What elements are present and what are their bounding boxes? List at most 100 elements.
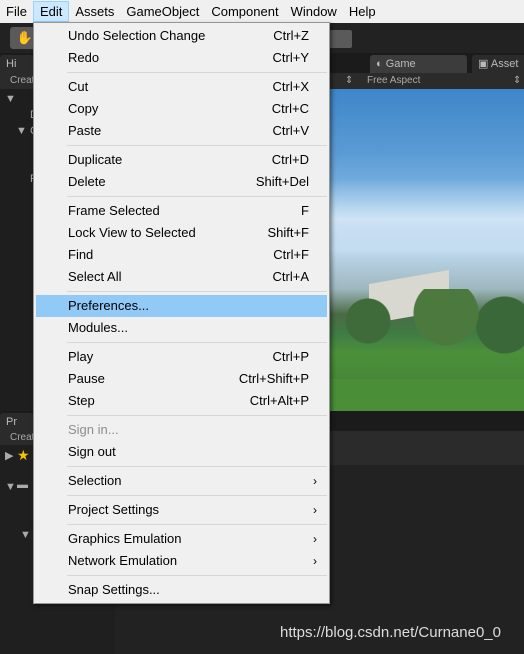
menu-item-label: Frame Selected [68, 203, 160, 218]
menu-item-label: Preferences... [68, 298, 149, 313]
menu-item-label: Lock View to Selected [68, 225, 196, 240]
menu-item-shortcut: F [301, 203, 309, 218]
menu-item-label: Delete [68, 174, 106, 189]
menu-separator [67, 72, 327, 73]
menu-item-label: Cut [68, 79, 89, 94]
menu-bar: File Edit Assets GameObject Component Wi… [0, 0, 524, 23]
submenu-arrow-icon: › [313, 474, 317, 488]
menu-separator [67, 415, 327, 416]
menu-item-label: Undo Selection Change [68, 28, 206, 43]
menu-separator [67, 291, 327, 292]
tab-asset-store[interactable]: ▣ Asset [472, 55, 524, 73]
menu-separator [67, 575, 327, 576]
tab-project[interactable]: Pr [0, 413, 34, 431]
menu-item-label: Sign out [68, 444, 116, 459]
menu-item-label: Copy [68, 101, 99, 116]
menu-item-shortcut: Ctrl+X [272, 79, 309, 94]
menu-item-label: Select All [68, 269, 122, 284]
expand-arrow-icon[interactable]: ▼ [5, 93, 16, 105]
expand-arrow-icon[interactable]: ▼ [16, 125, 27, 137]
menu-item-lock-view[interactable]: Lock View to Selected Shift+F [36, 222, 327, 244]
menu-item-delete[interactable]: Delete Shift+Del [36, 171, 327, 193]
sky-clouds [329, 179, 524, 259]
watermark-text: https://blog.csdn.net/Curnane0_0 [280, 624, 501, 641]
menu-item-label: Selection [68, 473, 122, 488]
menu-item-label: Pause [68, 371, 105, 386]
menu-item-cut[interactable]: Cut Ctrl+X [36, 76, 327, 98]
menu-item-duplicate[interactable]: Duplicate Ctrl+D [36, 149, 327, 171]
folder-icon: ▬ [17, 479, 28, 491]
menu-item-label: Duplicate [68, 152, 123, 167]
menu-item-step[interactable]: Step Ctrl+Alt+P [36, 390, 327, 412]
menu-item-shortcut: Ctrl+C [271, 101, 309, 116]
menu-item-paste[interactable]: Paste Ctrl+V [36, 120, 327, 142]
menu-item-network-emulation[interactable]: Network Emulation › [36, 550, 327, 572]
menu-help[interactable]: Help [343, 1, 382, 22]
aspect-dropdown-arrow-icon: ⇕ [513, 75, 522, 86]
tab-hierarchy[interactable]: Hi [0, 55, 34, 73]
tab-game[interactable]: ◐ Game [370, 55, 467, 73]
menu-item-label: Paste [68, 123, 102, 138]
menu-separator [67, 342, 327, 343]
menu-item-snap-settings[interactable]: Snap Settings... [36, 579, 327, 601]
menu-component[interactable]: Component [205, 1, 284, 22]
trees-image [329, 289, 524, 369]
menu-item-selection[interactable]: Selection › [36, 470, 327, 492]
expand-arrow-icon[interactable]: ▼ [5, 481, 16, 493]
menu-item-frame-selected[interactable]: Frame Selected F [36, 200, 327, 222]
menu-item-play[interactable]: Play Ctrl+P [36, 346, 327, 368]
hierarchy-create-button[interactable]: Creat [10, 75, 34, 86]
menu-item-project-settings[interactable]: Project Settings › [36, 499, 327, 521]
submenu-arrow-icon: › [313, 532, 317, 546]
field-image [329, 379, 524, 411]
menu-file[interactable]: File [0, 1, 33, 22]
menu-item-select-all[interactable]: Select All Ctrl+A [36, 266, 327, 288]
hand-icon: ✋ [16, 30, 34, 45]
menu-item-label: Find [68, 247, 94, 262]
menu-item-label: Play [68, 349, 94, 364]
menu-edit[interactable]: Edit [32, 1, 70, 22]
menu-item-shortcut: Shift+Del [255, 174, 309, 189]
menu-gameobject[interactable]: GameObject [120, 1, 205, 22]
aspect-dropdown[interactable]: Free Aspect [367, 75, 420, 86]
menu-item-find[interactable]: Find Ctrl+F [36, 244, 327, 266]
hierarchy-panel: ▼ D ▼ C P [0, 89, 38, 411]
menu-item-sign-out[interactable]: Sign out [36, 441, 327, 463]
menu-item-label: Modules... [68, 320, 128, 335]
menu-item-label: Sign in... [68, 422, 119, 437]
star-icon: ★ [17, 447, 30, 463]
menu-item-shortcut: Ctrl+V [272, 123, 309, 138]
menu-item-label: Network Emulation [68, 553, 178, 568]
menu-item-shortcut: Ctrl+D [271, 152, 309, 167]
edit-menu: Undo Selection Change Ctrl+Z Redo Ctrl+Y C… [33, 22, 330, 604]
menu-window[interactable]: Window [285, 1, 343, 22]
expand-arrow-icon[interactable]: ▼ [20, 529, 31, 541]
menu-item-shortcut: Ctrl+A [272, 269, 309, 284]
menu-item-shortcut: Ctrl+Alt+P [249, 393, 309, 408]
menu-item-sign-in: Sign in... [36, 419, 327, 441]
project-create-button[interactable]: Creat [10, 432, 34, 443]
expand-arrow-icon[interactable]: ▶ [5, 449, 13, 462]
menu-item-graphics-emulation[interactable]: Graphics Emulation › [36, 528, 327, 550]
menu-item-shortcut: Ctrl+Y [272, 50, 309, 65]
menu-separator [67, 196, 327, 197]
menu-item-shortcut: Ctrl+Shift+P [238, 371, 309, 386]
menu-item-label: Snap Settings... [68, 582, 160, 597]
menu-item-pause[interactable]: Pause Ctrl+Shift+P [36, 368, 327, 390]
menu-item-label: Graphics Emulation [68, 531, 182, 546]
menu-item-shortcut: Ctrl+F [273, 247, 309, 262]
menu-item-label: Step [68, 393, 95, 408]
menu-item-label: Redo [68, 50, 100, 65]
menu-item-undo[interactable]: Undo Selection Change Ctrl+Z [36, 25, 327, 47]
game-icon: ◐ [376, 58, 383, 70]
tab-asset-label: Asset [490, 58, 519, 70]
menu-item-shortcut: Ctrl+P [272, 349, 309, 364]
menu-item-redo[interactable]: Redo Ctrl+Y [36, 47, 327, 69]
menu-item-modules[interactable]: Modules... [36, 317, 327, 339]
menu-separator [67, 466, 327, 467]
menu-item-label: Project Settings [68, 502, 160, 517]
menu-assets[interactable]: Assets [69, 1, 120, 22]
menu-item-preferences[interactable]: Preferences... [36, 295, 327, 317]
menu-item-copy[interactable]: Copy Ctrl+C [36, 98, 327, 120]
menu-separator [67, 495, 327, 496]
